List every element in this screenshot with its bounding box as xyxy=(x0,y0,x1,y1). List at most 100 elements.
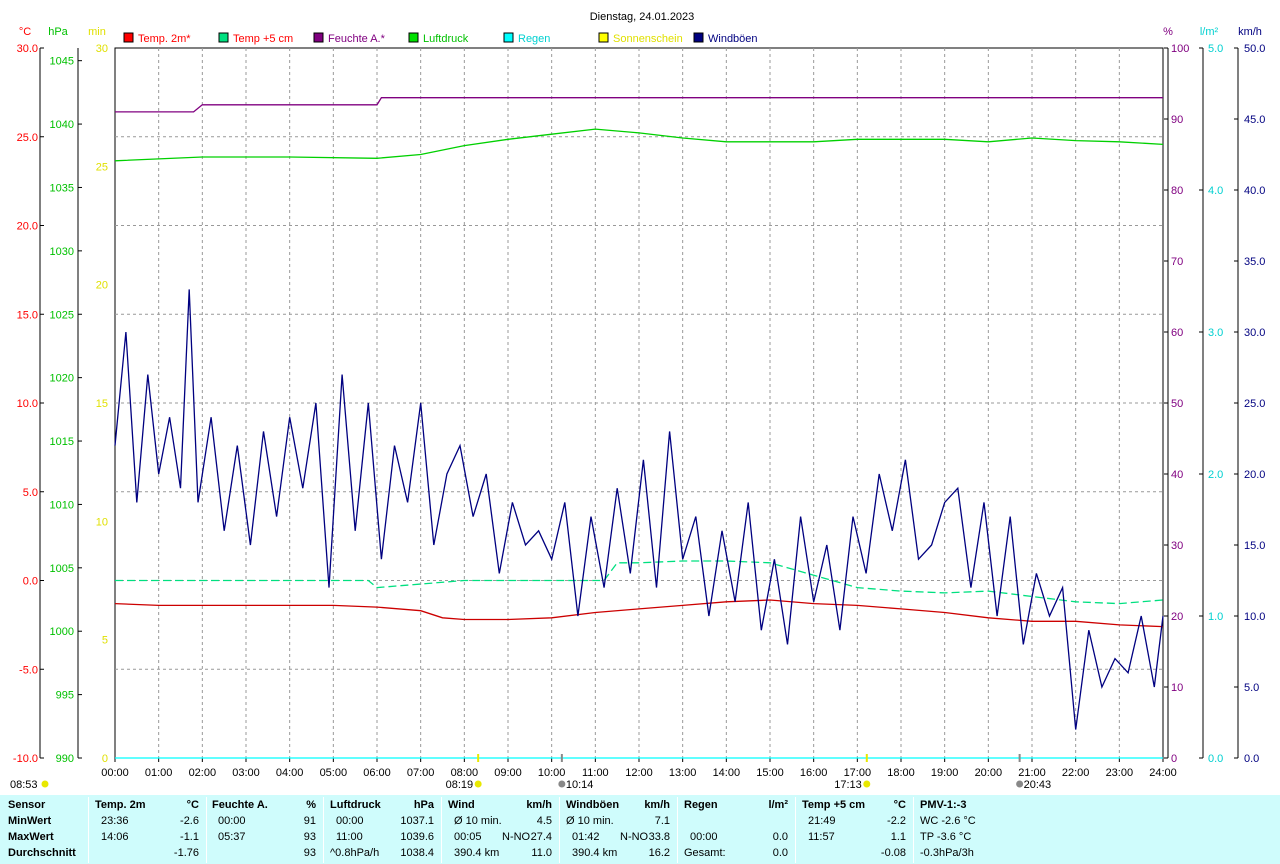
stats-separator xyxy=(441,797,442,863)
legend-label: Temp. 2m* xyxy=(138,33,191,45)
stats-gusts-header: Windböen xyxy=(566,799,620,811)
temp-tick-label: 5.0 xyxy=(23,487,38,499)
x-tick-label: 10:00 xyxy=(538,767,566,779)
stats-temp5-unit: °C xyxy=(893,799,906,811)
x-tick-label: 24:00 xyxy=(1149,767,1177,779)
rain-axis-unit: l/m² xyxy=(1200,26,1219,38)
wind-tick-label: 5.0 xyxy=(1244,682,1259,694)
stats-gusts-max-time: 01:42 xyxy=(572,831,600,843)
sun-tick-label: 30 xyxy=(96,43,108,55)
pressure-tick-label: 1000 xyxy=(50,626,74,638)
stats-pmv-windchill: WC -2.6 °C xyxy=(920,815,976,827)
sun-tick-label: 25 xyxy=(96,161,108,173)
sun-tick-label: 20 xyxy=(96,280,108,292)
legend-label: Feuchte A.* xyxy=(328,33,386,45)
x-tick-label: 16:00 xyxy=(800,767,828,779)
pressure-tick-label: 1010 xyxy=(50,499,74,511)
legend-label: Windböen xyxy=(708,33,758,45)
stats-pmv-header: PMV-1:-3 xyxy=(920,799,967,811)
x-tick-label: 06:00 xyxy=(363,767,391,779)
stats-gusts-column: Windböen km/h Ø 10 min. 01:42 390.4 km N… xyxy=(566,797,676,863)
x-tick-label: 12:00 xyxy=(625,767,653,779)
stats-wind-direction: N-NO xyxy=(502,831,531,843)
humidity-tick-label: 0 xyxy=(1171,753,1177,765)
pressure-tick-label: 1030 xyxy=(50,246,74,258)
stats-separator xyxy=(88,797,89,863)
stats-humidity-min-time: 00:00 xyxy=(218,815,246,827)
rain-tick-label: 3.0 xyxy=(1208,327,1223,339)
legend-label: Temp +5 cm xyxy=(233,33,293,45)
stats-gusts-unit: km/h xyxy=(644,799,670,811)
legend-swatch xyxy=(693,32,704,43)
legend-swatch xyxy=(503,32,514,43)
stats-wind-column: Wind km/h Ø 10 min. 00:05 390.4 km N-NO … xyxy=(448,797,558,863)
wind-tick-label: 40.0 xyxy=(1244,185,1265,197)
stats-row-label-max: MaxWert xyxy=(8,831,54,843)
sun-tick-label: 10 xyxy=(96,516,108,528)
weather-chart: Dienstag, 24.01.2023 Temp. 2m* Temp +5 cm… xyxy=(10,11,1265,791)
wind-tick-label: 45.0 xyxy=(1244,114,1265,126)
temp-tick-label: 20.0 xyxy=(17,221,38,233)
stats-temp2m-max-time: 14:06 xyxy=(101,831,129,843)
stats-rain-max: 0.0 xyxy=(772,831,788,843)
temp-axis-unit: °C xyxy=(19,26,31,38)
pressure-tick-label: 990 xyxy=(56,753,74,765)
stats-temp5-max-time: 11:57 xyxy=(808,831,835,843)
pressure-tick-label: 1040 xyxy=(50,119,74,131)
x-tick-label: 17:00 xyxy=(844,767,872,779)
legend: Temp. 2m* Temp +5 cm Feuchte A.* Luftdruck R… xyxy=(123,32,758,45)
stats-wind-avg10: 4.5 xyxy=(536,815,552,827)
rain-tick-label: 4.0 xyxy=(1208,185,1223,197)
legend-swatch xyxy=(123,32,134,43)
stats-rain-total: 0.0 xyxy=(772,847,788,859)
temp-tick-label: -5.0 xyxy=(19,664,38,676)
stats-wind-distance: 390.4 km xyxy=(454,847,500,859)
humidity-tick-label: 20 xyxy=(1171,611,1183,623)
stats-temp2m-column: Temp. 2m °C 23:36 14:06 -2.6 -1.1 -1.76 xyxy=(95,797,205,863)
sunshine-label: 08:53 xyxy=(10,779,38,791)
stats-temp5-min-time: 21:49 xyxy=(808,815,836,827)
x-tick-label: 23:00 xyxy=(1106,767,1134,779)
stats-pressure-header: Luftdruck xyxy=(330,799,381,811)
stats-pressure-min: 1037.1 xyxy=(400,815,434,827)
stats-pmv-dewpoint: TP -3.6 °C xyxy=(920,831,972,843)
stats-rain-header: Regen xyxy=(684,799,718,811)
mintemp-icon xyxy=(1016,780,1024,788)
sun-tick-label: 15 xyxy=(96,398,108,410)
wind-tick-label: 30.0 xyxy=(1244,327,1265,339)
sunrise-label: 08:19 xyxy=(446,779,474,791)
stats-temp2m-header: Temp. 2m xyxy=(95,799,146,811)
wind-tick-label: 25.0 xyxy=(1244,398,1265,410)
x-tick-label: 15:00 xyxy=(756,767,784,779)
humidity-tick-label: 60 xyxy=(1171,327,1183,339)
wind-tick-label: 0.0 xyxy=(1244,753,1259,765)
stats-gusts-avg10-label: Ø 10 min. xyxy=(566,815,614,827)
stats-gusts-max: 33.8 xyxy=(648,831,670,843)
stats-row-label-min: MinWert xyxy=(8,815,52,827)
rain-tick-label: 0.0 xyxy=(1208,753,1223,765)
humidity-tick-label: 80 xyxy=(1171,185,1183,197)
maxtemp-label: 10:14 xyxy=(566,779,594,791)
humidity-tick-label: 10 xyxy=(1171,682,1183,694)
stats-row-label-avg: Durchschnitt xyxy=(8,847,76,859)
stats-humidity-unit: % xyxy=(306,799,316,811)
x-tick-label: 08:00 xyxy=(451,767,479,779)
wind-tick-label: 50.0 xyxy=(1244,43,1265,55)
x-tick-label: 13:00 xyxy=(669,767,697,779)
legend-label: Sonnenschein xyxy=(613,33,683,45)
sunshine-icon xyxy=(41,780,49,788)
stats-pressure-column: Luftdruck hPa 00:00 11:00 ^0.8hPa/h 1037… xyxy=(330,797,440,863)
rain-tick-label: 1.0 xyxy=(1208,611,1223,623)
stats-wind-unit: km/h xyxy=(526,799,552,811)
stats-pmv-column: PMV-1:-3 WC -2.6 °C TP -3.6 °C -0.3hPa/3… xyxy=(920,797,1040,863)
legend-swatch xyxy=(598,32,609,43)
stats-gusts-distance: 390.4 km xyxy=(572,847,618,859)
x-tick-label: 04:00 xyxy=(276,767,304,779)
stats-temp2m-min: -2.6 xyxy=(180,815,199,827)
temp-tick-label: 25.0 xyxy=(17,132,38,144)
stats-rain-unit: l/m² xyxy=(768,799,788,811)
stats-temp5-avg: -0.08 xyxy=(880,847,906,859)
sunset-icon xyxy=(863,780,871,788)
x-tick-label: 14:00 xyxy=(713,767,741,779)
mintemp-label: 20:43 xyxy=(1024,779,1052,791)
